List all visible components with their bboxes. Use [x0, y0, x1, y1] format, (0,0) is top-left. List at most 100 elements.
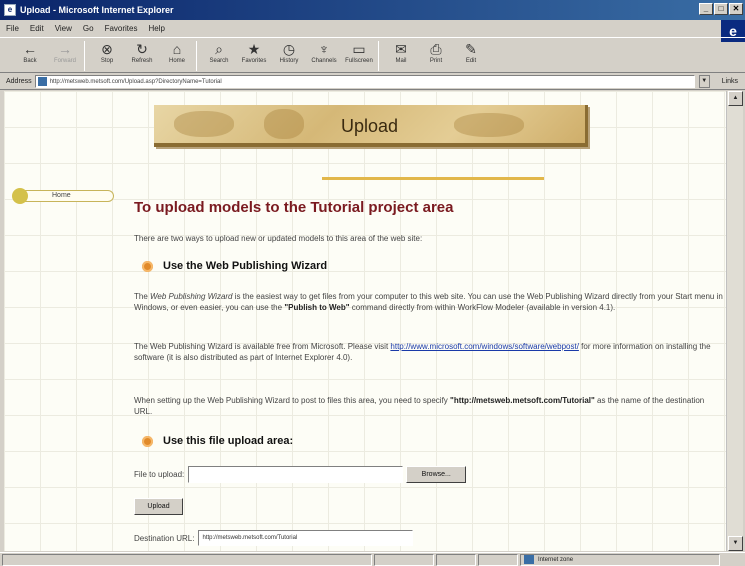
page-icon	[37, 77, 47, 86]
toolbar: ← Back → Forward ⊗ Stop ↻ Refresh ⌂ Home…	[0, 37, 745, 73]
status-text-pane	[2, 553, 372, 566]
home-label: Home	[168, 58, 185, 64]
orange-bullet-icon	[142, 260, 153, 272]
menu-edit[interactable]: Edit	[30, 24, 44, 33]
history-button[interactable]: ◷ History	[273, 38, 305, 64]
nav-bullet-icon	[12, 188, 28, 204]
vertical-scrollbar[interactable]: ▲ ▼	[726, 91, 743, 551]
edit-icon: ✎	[465, 41, 477, 57]
destination-label: Destination URL:	[134, 533, 195, 543]
fullscreen-button[interactable]: ▭ Fullscreen	[343, 38, 375, 64]
refresh-label: Refresh	[131, 58, 153, 64]
maximize-button[interactable]: □	[714, 3, 728, 15]
p3-url: "http://metsweb.metsoft.com/Tutorial"	[450, 396, 595, 405]
orange-bullet-icon	[142, 435, 153, 447]
address-url: http://metsweb.metsoft.com/Upload.asp?Di…	[49, 78, 222, 85]
mail-button[interactable]: ✉ Mail	[385, 38, 417, 64]
section-upload-title: Use this file upload area:	[163, 435, 294, 447]
refresh-icon: ↻	[136, 41, 148, 57]
status-pane	[478, 553, 518, 566]
globe-icon	[524, 555, 534, 564]
channels-icon: ♆	[318, 41, 330, 57]
browse-button[interactable]: Browse...	[406, 466, 467, 483]
status-pane	[374, 553, 434, 566]
fullscreen-label: Fullscreen	[345, 58, 373, 64]
back-arrow-icon: ←	[23, 41, 37, 57]
search-button[interactable]: ⌕ Search	[203, 38, 235, 64]
file-upload-row: File to upload: Browse...	[134, 466, 467, 483]
forward-arrow-icon: →	[58, 41, 72, 57]
history-icon: ◷	[282, 41, 296, 57]
edit-button[interactable]: ✎ Edit	[455, 38, 487, 64]
nav-home-label: Home	[22, 190, 114, 202]
microsoft-webpost-link[interactable]: http://www.microsoft.com/windows/softwar…	[390, 342, 579, 351]
print-label: Print	[429, 58, 443, 64]
page-content: Upload Home To upload models to the Tuto…	[4, 91, 726, 551]
menu-view[interactable]: View	[55, 24, 72, 33]
search-icon: ⌕	[215, 41, 223, 57]
file-input[interactable]	[188, 466, 404, 483]
section-wizard-title: Use the Web Publishing Wizard	[163, 260, 328, 272]
upload-banner: Upload	[154, 105, 588, 147]
intro-text: There are two ways to upload new or upda…	[134, 234, 423, 243]
section-upload-heading: Use this file upload area:	[142, 435, 293, 447]
status-pane	[436, 553, 476, 566]
ie-icon: e	[4, 4, 16, 16]
favorites-icon: ★	[247, 41, 261, 57]
scroll-down-button[interactable]: ▼	[728, 536, 743, 551]
favorites-button[interactable]: ★ Favorites	[238, 38, 270, 64]
destination-paragraph: When setting up the Web Publishing Wizar…	[134, 395, 724, 417]
forward-button[interactable]: → Forward	[49, 38, 81, 64]
refresh-button[interactable]: ↻ Refresh	[126, 38, 158, 64]
file-label: File to upload:	[134, 470, 185, 479]
edit-label: Edit	[465, 58, 477, 64]
search-label: Search	[209, 58, 229, 64]
minimize-button[interactable]: _	[699, 3, 713, 15]
links-button[interactable]: Links	[722, 78, 738, 85]
toolbar-separator	[378, 41, 379, 71]
banner-title: Upload	[340, 116, 399, 136]
zone-label: Internet zone	[538, 556, 574, 563]
home-button[interactable]: ⌂ Home	[161, 38, 193, 64]
history-label: History	[279, 58, 299, 64]
upload-button[interactable]: Upload	[134, 498, 183, 515]
address-dropdown-button[interactable]: ▼	[698, 75, 710, 88]
favorites-label: Favorites	[241, 58, 267, 64]
security-zone-pane: Internet zone	[520, 553, 720, 566]
p1-wizard-name: Web Publishing Wizard	[150, 292, 233, 301]
p1-text: command directly from within WorkFlow Mo…	[349, 303, 616, 312]
nav-home-link[interactable]: Home	[10, 188, 114, 204]
print-icon: ⎙	[430, 41, 442, 57]
print-button[interactable]: ⎙ Print	[420, 38, 452, 64]
p1-command: "Publish to Web"	[284, 303, 350, 312]
title-bar: e Upload - Microsoft Internet Explorer _…	[0, 0, 745, 20]
p1-text: The	[134, 292, 151, 301]
decorative-rule	[322, 177, 544, 180]
scroll-up-button[interactable]: ▲	[728, 91, 743, 106]
forward-label: Forward	[53, 58, 76, 64]
address-label: Address	[6, 78, 32, 85]
stop-icon: ⊗	[101, 41, 113, 57]
toolbar-separator	[196, 41, 197, 71]
p2-text: The Web Publishing Wizard is available f…	[134, 342, 391, 351]
address-input[interactable]: http://metsweb.metsoft.com/Upload.asp?Di…	[34, 75, 695, 88]
window-controls: _ □ ✕	[698, 3, 743, 15]
p3-text: When setting up the Web Publishing Wizar…	[134, 396, 451, 405]
stop-label: Stop	[100, 58, 114, 64]
stop-button[interactable]: ⊗ Stop	[91, 38, 123, 64]
back-label: Back	[23, 58, 37, 64]
home-icon: ⌂	[172, 41, 182, 57]
menu-file[interactable]: File	[6, 24, 19, 33]
channels-button[interactable]: ♆ Channels	[308, 38, 340, 64]
menu-help[interactable]: Help	[148, 24, 164, 33]
menu-favorites[interactable]: Favorites	[105, 24, 138, 33]
mail-icon: ✉	[395, 41, 407, 57]
window-title: Upload - Microsoft Internet Explorer	[20, 5, 174, 15]
wizard-paragraph: The Web Publishing Wizard is the easiest…	[134, 291, 724, 313]
menu-go[interactable]: Go	[83, 24, 94, 33]
close-button[interactable]: ✕	[729, 3, 743, 15]
destination-url-input[interactable]: http://metsweb.metsoft.com/Tutorial	[198, 530, 414, 546]
back-button[interactable]: ← Back	[14, 38, 46, 64]
availability-paragraph: The Web Publishing Wizard is available f…	[134, 341, 724, 363]
channels-label: Channels	[311, 58, 337, 64]
